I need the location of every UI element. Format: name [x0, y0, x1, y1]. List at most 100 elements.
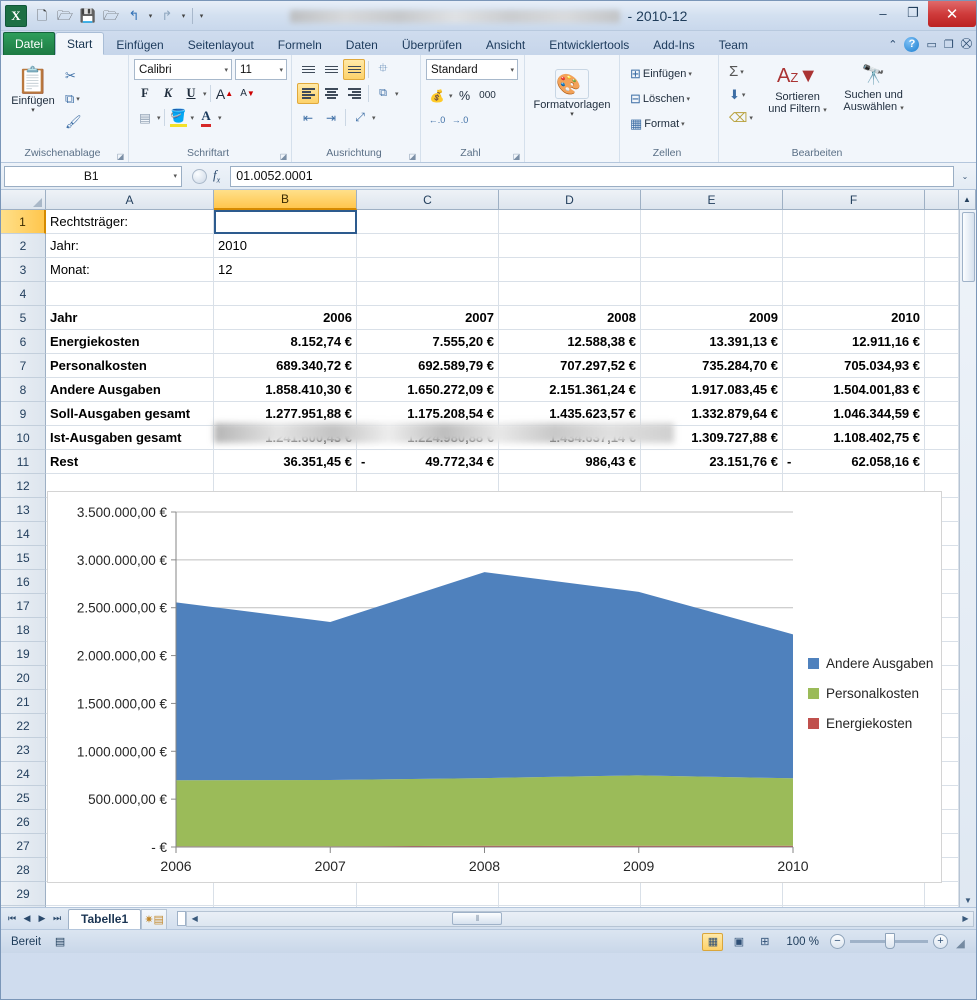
currency-format-button[interactable]: 💰: [426, 85, 448, 106]
row-header-24[interactable]: 24: [1, 762, 46, 786]
tab-addins[interactable]: Add-Ins: [641, 33, 706, 55]
wrap-text-button[interactable]: ⯐: [372, 59, 394, 80]
tab-ueberpruefen[interactable]: Überprüfen: [390, 33, 474, 55]
cell-G7[interactable]: [925, 354, 959, 378]
cell-G4[interactable]: [925, 282, 959, 306]
cell-F30[interactable]: [783, 906, 925, 907]
expand-formula-bar-icon[interactable]: ⌄: [957, 172, 973, 181]
cell-G11[interactable]: [925, 450, 959, 474]
sort-filter-button[interactable]: AZ▼ Sortieren und Filtern ▾: [762, 61, 833, 117]
fill-color-dropdown-icon[interactable]: ▾: [191, 114, 195, 122]
cell-G30[interactable]: [925, 906, 959, 907]
styles-button[interactable]: 🎨 Formatvorlagen ▾: [530, 67, 614, 119]
row-header-12[interactable]: 12: [1, 474, 46, 498]
scroll-up-arrow-icon[interactable]: ▲: [959, 190, 976, 210]
format-cells-button[interactable]: ▦ Format ▾: [627, 113, 695, 134]
row-header-1[interactable]: 1: [1, 210, 46, 234]
close-icon[interactable]: ✕: [928, 1, 976, 27]
row-header-5[interactable]: 5: [1, 306, 46, 330]
scroll-left-arrow-icon[interactable]: ◀: [187, 914, 202, 923]
row-header-15[interactable]: 15: [1, 546, 46, 570]
workbook-minimize-icon[interactable]: ▭: [926, 38, 936, 51]
cell-D5[interactable]: 2008: [499, 306, 641, 330]
alignment-dialog-launcher-icon[interactable]: ◪: [408, 152, 417, 161]
workbook-restore-icon[interactable]: ❐: [944, 38, 954, 51]
decrease-decimal-button[interactable]: →.0: [449, 109, 471, 130]
cell-A4[interactable]: [46, 282, 214, 306]
cell-F9[interactable]: 1.046.344,59 €: [783, 402, 925, 426]
align-left-button[interactable]: [297, 83, 319, 104]
cell-G3[interactable]: [925, 258, 959, 282]
cell-D1[interactable]: [499, 210, 641, 234]
cell-D7[interactable]: 707.297,52 €: [499, 354, 641, 378]
increase-decimal-button[interactable]: ←.0: [426, 109, 448, 130]
number-format-dropdown-icon[interactable]: ▾: [510, 66, 514, 74]
fill-color-button[interactable]: 🪣: [168, 107, 190, 128]
cut-button[interactable]: ✂: [62, 65, 85, 86]
row-header-28[interactable]: 28: [1, 858, 46, 882]
split-handle[interactable]: [177, 911, 187, 926]
open-file-icon[interactable]: 🗁: [54, 5, 76, 27]
cell-F5[interactable]: 2010: [783, 306, 925, 330]
clear-button[interactable]: ⌫ ▾: [726, 107, 756, 128]
row-header-22[interactable]: 22: [1, 714, 46, 738]
cell-C11[interactable]: - 49.772,34 €: [357, 450, 499, 474]
cell-F10[interactable]: 1.108.402,75 €: [783, 426, 925, 450]
insert-cells-dropdown-icon[interactable]: ▾: [688, 70, 692, 78]
cell-E2[interactable]: [641, 234, 783, 258]
horizontal-scrollbar[interactable]: ◀ ⦀ ▶: [177, 910, 974, 927]
find-select-dropdown-icon[interactable]: ▾: [900, 105, 904, 112]
thousands-format-button[interactable]: 000: [477, 85, 499, 106]
cell-F11[interactable]: - 62.058,16 €: [783, 450, 925, 474]
underline-dropdown-icon[interactable]: ▾: [203, 90, 207, 98]
record-macro-icon[interactable]: ▤: [51, 934, 69, 950]
redo-icon[interactable]: ↱: [156, 5, 178, 27]
sheet-tab-tabelle1[interactable]: Tabelle1: [68, 908, 142, 929]
new-sheet-icon[interactable]: ✷▤: [141, 908, 168, 929]
cell-F4[interactable]: [783, 282, 925, 306]
cell-F29[interactable]: [783, 882, 925, 906]
legend-item[interactable]: Energiekosten: [808, 708, 933, 738]
fill-button[interactable]: ⬇ ▾: [726, 84, 756, 105]
vertical-scrollbar[interactable]: ▼: [959, 210, 976, 907]
row-header-30[interactable]: 30: [1, 906, 46, 907]
cell-C9[interactable]: 1.175.208,54 €: [357, 402, 499, 426]
sort-filter-dropdown-icon[interactable]: ▾: [823, 107, 827, 114]
merge-cells-button[interactable]: ⧉: [372, 83, 394, 104]
italic-button[interactable]: K: [157, 83, 179, 104]
cell-D6[interactable]: 12.588,38 €: [499, 330, 641, 354]
decrease-indent-button[interactable]: ⇤: [297, 107, 319, 128]
cell-A29[interactable]: [46, 882, 214, 906]
column-header-c[interactable]: C: [357, 190, 499, 210]
autosum-button[interactable]: Σ ▾: [726, 61, 756, 82]
zoom-in-button[interactable]: +: [933, 934, 948, 949]
cell-D2[interactable]: [499, 234, 641, 258]
horizontal-scrollbar-thumb[interactable]: ⦀: [452, 912, 503, 925]
cell-B8[interactable]: 1.858.410,30 €: [214, 378, 357, 402]
ribbon-tab-bar[interactable]: Datei Start Einfügen Seitenlayout Formel…: [1, 31, 976, 55]
zoom-out-button[interactable]: −: [830, 934, 845, 949]
page-layout-view-button[interactable]: ▣: [728, 933, 749, 951]
cell-G10[interactable]: [925, 426, 959, 450]
row-header-14[interactable]: 14: [1, 522, 46, 546]
cell-E8[interactable]: 1.917.083,45 €: [641, 378, 783, 402]
cell-B1[interactable]: [214, 210, 357, 234]
cell-B6[interactable]: 8.152,74 €: [214, 330, 357, 354]
formula-input[interactable]: 01.0052.0001: [230, 165, 954, 187]
align-bottom-button[interactable]: [343, 59, 365, 80]
undo-dropdown-icon[interactable]: ▾: [146, 12, 155, 20]
cell-D11[interactable]: 986,43 €: [499, 450, 641, 474]
cell-C30[interactable]: [357, 906, 499, 907]
tab-datei[interactable]: Datei: [3, 32, 56, 55]
cell-G5[interactable]: [925, 306, 959, 330]
cell-A1[interactable]: Rechtsträger:: [46, 210, 214, 234]
font-color-button[interactable]: A: [195, 107, 217, 128]
new-file-icon[interactable]: 🗋: [31, 5, 53, 27]
formula-bar-buttons[interactable]: fx: [185, 167, 227, 185]
clear-dropdown-icon[interactable]: ▾: [749, 114, 753, 122]
ribbon-right-controls[interactable]: ⌃ ? ▭ ❐ ⛒: [888, 37, 972, 52]
row-header-2[interactable]: 2: [1, 234, 46, 258]
cell-E10[interactable]: 1.309.727,88 €: [641, 426, 783, 450]
cell-A6[interactable]: Energiekosten: [46, 330, 214, 354]
cell-D10[interactable]: 1.434.637,14 €: [499, 426, 641, 450]
